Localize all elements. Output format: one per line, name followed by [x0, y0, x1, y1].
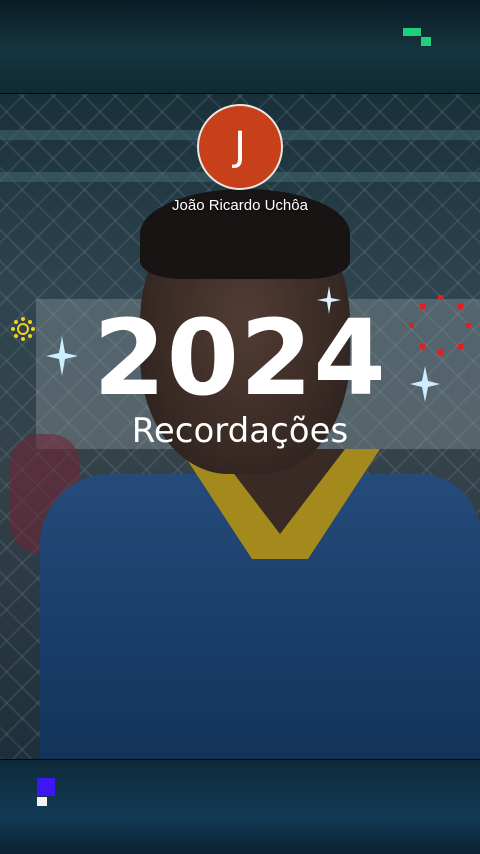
story-viewer: J João Ricardo Uchôa 2024 Recordações: [0, 0, 480, 854]
bottom-band: [0, 760, 480, 854]
confetti-icon: [406, 292, 474, 358]
memories-subtitle: Recordações: [131, 411, 349, 451]
avatar[interactable]: J: [197, 104, 283, 190]
sun-confetti-icon: [11, 317, 35, 341]
sparkle-icon: [317, 286, 341, 314]
sparkle-icon: [46, 336, 78, 376]
pixel-logo-icon: [37, 778, 57, 808]
user-name[interactable]: João Ricardo Uchôa: [0, 197, 480, 214]
sparkle-icon: [410, 366, 440, 402]
pixel-logo-icon: [403, 28, 435, 48]
avatar-initial: J: [234, 124, 246, 170]
